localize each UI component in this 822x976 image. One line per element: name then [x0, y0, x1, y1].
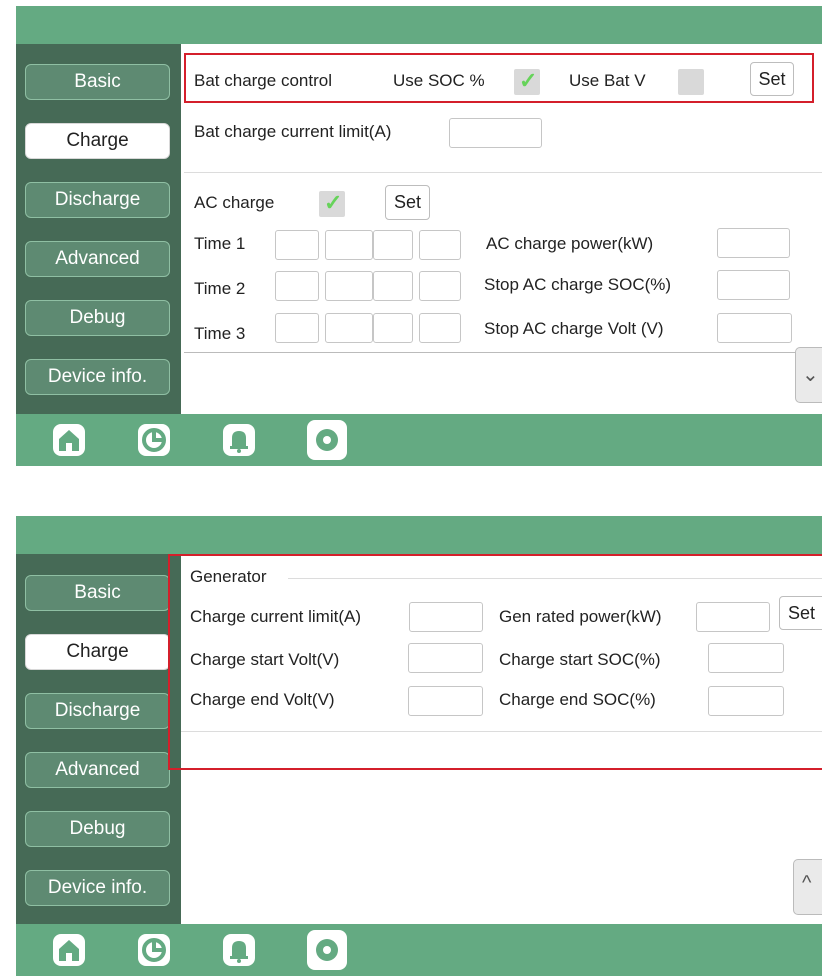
time-1-end-minute-input[interactable]	[419, 230, 461, 260]
stop-ac-charge-soc-label: Stop AC charge SOC(%)	[484, 275, 672, 294]
time-1-label: Time 1	[194, 234, 246, 253]
time-2-end-hour-input[interactable]	[373, 271, 413, 301]
use-soc-label: Use SOC %	[393, 71, 485, 90]
charge-end-soc-input[interactable]	[708, 686, 784, 716]
time-2-end-minute-input[interactable]	[419, 271, 461, 301]
nav-charge-button[interactable]: Charge	[25, 634, 170, 670]
nav-debug-button[interactable]: Debug	[25, 300, 170, 336]
top-bar	[16, 516, 822, 554]
time-3-start-minute-input[interactable]	[325, 313, 373, 343]
settings-gear-icon[interactable]	[307, 930, 347, 970]
nav-basic-button[interactable]: Basic	[25, 64, 170, 100]
sidebar: Basic Charge Discharge Advanced Debug De…	[16, 44, 181, 414]
charge-current-limit-label: Charge current limit(A)	[190, 607, 361, 626]
nav-advanced-button[interactable]: Advanced	[25, 241, 170, 277]
bell-icon[interactable]	[223, 934, 255, 966]
screen-charge-generator: Basic Charge Discharge Advanced Debug De…	[16, 516, 822, 976]
ac-charge-set-button[interactable]: Set	[385, 185, 430, 220]
sidebar: Basic Charge Discharge Advanced Debug De…	[16, 554, 181, 924]
charge-start-volt-label: Charge start Volt(V)	[190, 650, 340, 669]
time-3-end-minute-input[interactable]	[419, 313, 461, 343]
checkmark-icon: ✓	[324, 190, 343, 215]
use-bat-v-label: Use Bat V	[569, 71, 646, 90]
time-1-end-hour-input[interactable]	[373, 230, 413, 260]
pie-chart-icon[interactable]	[138, 424, 170, 456]
use-bat-v-checkbox[interactable]	[678, 69, 704, 95]
bat-charge-set-button[interactable]: Set	[750, 62, 794, 96]
stop-ac-charge-soc-input[interactable]	[717, 270, 790, 300]
scroll-up-button[interactable]: ^	[793, 859, 822, 915]
time-1-start-minute-input[interactable]	[325, 230, 373, 260]
pie-chart-icon[interactable]	[138, 934, 170, 966]
gen-rated-power-input[interactable]	[696, 602, 770, 632]
bottom-bar	[16, 414, 822, 466]
time-1-start-hour-input[interactable]	[275, 230, 319, 260]
divider	[184, 172, 822, 173]
home-icon[interactable]	[53, 934, 85, 966]
bell-icon[interactable]	[223, 424, 255, 456]
use-soc-checkbox[interactable]: ✓	[514, 68, 540, 95]
generator-section-title: Generator	[190, 567, 267, 586]
nav-device-info-button[interactable]: Device info.	[25, 870, 170, 906]
settings-gear-icon[interactable]	[307, 420, 347, 460]
charge-end-volt-label: Charge end Volt(V)	[190, 690, 335, 709]
ac-charge-power-input[interactable]	[717, 228, 790, 258]
stop-ac-charge-volt-input[interactable]	[717, 313, 792, 343]
chevron-down-icon: ⌄	[802, 364, 819, 386]
divider	[184, 352, 796, 353]
divider	[288, 578, 822, 579]
screen-charge-battery: Basic Charge Discharge Advanced Debug De…	[16, 6, 822, 466]
charge-start-volt-input[interactable]	[408, 643, 483, 673]
time-2-label: Time 2	[194, 279, 246, 298]
charge-start-soc-label: Charge start SOC(%)	[499, 650, 661, 669]
scroll-down-button[interactable]: ⌄	[795, 347, 822, 403]
chevron-up-icon: ^	[802, 872, 812, 894]
ac-charge-label: AC charge	[194, 193, 275, 212]
bat-charge-control-label: Bat charge control	[194, 71, 332, 90]
bat-charge-current-limit-label: Bat charge current limit(A)	[194, 122, 392, 141]
bat-charge-current-limit-input[interactable]	[449, 118, 542, 148]
nav-device-info-button[interactable]: Device info.	[25, 359, 170, 395]
time-2-start-minute-input[interactable]	[325, 271, 373, 301]
time-3-end-hour-input[interactable]	[373, 313, 413, 343]
bottom-bar	[16, 924, 822, 976]
charge-current-limit-input[interactable]	[409, 602, 483, 632]
charge-end-volt-input[interactable]	[408, 686, 483, 716]
stop-ac-charge-volt-label: Stop AC charge Volt (V)	[484, 319, 664, 338]
nav-basic-button[interactable]: Basic	[25, 575, 170, 611]
nav-advanced-button[interactable]: Advanced	[25, 752, 170, 788]
gen-rated-power-label: Gen rated power(kW)	[499, 607, 662, 626]
checkmark-icon: ✓	[519, 68, 538, 93]
divider	[181, 731, 822, 732]
ac-charge-checkbox[interactable]: ✓	[319, 190, 345, 217]
top-bar	[16, 6, 822, 44]
home-icon[interactable]	[53, 424, 85, 456]
ac-charge-power-label: AC charge power(kW)	[486, 234, 654, 253]
nav-charge-button[interactable]: Charge	[25, 123, 170, 159]
time-3-start-hour-input[interactable]	[275, 313, 319, 343]
time-3-label: Time 3	[194, 324, 246, 343]
nav-discharge-button[interactable]: Discharge	[25, 182, 170, 218]
charge-end-soc-label: Charge end SOC(%)	[499, 690, 656, 709]
nav-debug-button[interactable]: Debug	[25, 811, 170, 847]
charge-start-soc-input[interactable]	[708, 643, 784, 673]
nav-discharge-button[interactable]: Discharge	[25, 693, 170, 729]
time-2-start-hour-input[interactable]	[275, 271, 319, 301]
generator-set-button[interactable]: Set	[779, 596, 822, 630]
